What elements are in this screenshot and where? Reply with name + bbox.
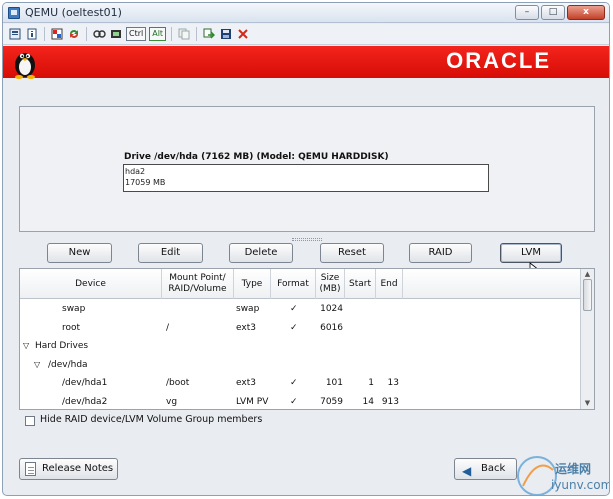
partition-table[interactable]: Device Mount Point/ RAID/Volume Type For… bbox=[19, 268, 595, 410]
column-header-start[interactable]: Start bbox=[345, 269, 376, 299]
document-icon bbox=[25, 462, 36, 476]
table-row[interactable]: /dev/hda2 vg LVM PV ✓ 7059 14 913 bbox=[20, 393, 581, 410]
oracle-logo: ORACLE bbox=[446, 48, 551, 73]
toolbar-separator bbox=[196, 27, 198, 41]
format-cell: ✓ bbox=[290, 378, 298, 388]
drive-bar[interactable]: hda2 17059 MB bbox=[123, 164, 489, 192]
release-notes-button[interactable]: Release Notes bbox=[19, 458, 118, 480]
toolbar-separator bbox=[86, 27, 87, 41]
format-cell: ✓ bbox=[290, 396, 298, 407]
size-cell: 6016 bbox=[320, 322, 343, 333]
title-bar[interactable]: QEMU (oeltest01) – □ x bbox=[3, 3, 609, 23]
scroll-down-arrow-icon[interactable]: ▼ bbox=[582, 398, 593, 409]
minimize-button[interactable]: – bbox=[515, 5, 539, 20]
hide-raid-label[interactable]: Hide RAID device/LVM Volume Group member… bbox=[40, 414, 262, 425]
size-cell: 7059 bbox=[320, 396, 343, 407]
close-window-button[interactable]: x bbox=[567, 5, 605, 20]
expander-arrow-icon[interactable]: ▽ bbox=[34, 360, 40, 369]
size-cell: 1024 bbox=[320, 304, 343, 314]
info-icon[interactable] bbox=[25, 27, 39, 41]
save-icon[interactable] bbox=[219, 27, 233, 41]
type-cell: ext3 bbox=[236, 322, 256, 333]
table-header: Device Mount Point/ RAID/Volume Type For… bbox=[20, 269, 581, 299]
tux-penguin-icon bbox=[15, 53, 35, 79]
device-cell: /dev/hda bbox=[48, 359, 88, 370]
drive-segment-hda2[interactable]: hda2 17059 MB bbox=[125, 166, 165, 188]
column-header-device[interactable]: Device bbox=[20, 269, 162, 299]
device-cell: swap bbox=[62, 304, 86, 314]
toolbar-separator bbox=[171, 27, 173, 41]
back-arrow-icon: ◀ bbox=[462, 464, 472, 478]
raid-button[interactable]: RAID bbox=[409, 243, 472, 263]
type-cell: swap bbox=[236, 304, 260, 314]
segment-name: hda2 bbox=[125, 167, 146, 176]
drive-layout-panel: Drive /dev/hda (7162 MB) (Model: QEMU HA… bbox=[19, 106, 595, 232]
settings-icon[interactable] bbox=[8, 27, 22, 41]
mount-cell: / bbox=[166, 322, 170, 333]
hide-raid-checkbox[interactable] bbox=[25, 416, 35, 426]
end-cell: 13 bbox=[387, 378, 399, 388]
scroll-thumb[interactable] bbox=[583, 279, 592, 311]
column-header-type[interactable]: Type bbox=[234, 269, 271, 299]
qemu-window-icon bbox=[8, 7, 20, 19]
ctrl-key-toggle[interactable]: Ctrl bbox=[126, 27, 147, 41]
table-row[interactable]: root / ext3 ✓ 6016 bbox=[20, 319, 581, 338]
edit-button[interactable]: Edit bbox=[138, 243, 203, 263]
fullscreen-icon[interactable] bbox=[50, 27, 64, 41]
oracle-banner: ORACLE bbox=[3, 46, 609, 79]
start-cell: 14 bbox=[362, 396, 374, 407]
table-row[interactable]: ▽ /dev/hda bbox=[20, 356, 581, 375]
back-button[interactable]: ◀ Back bbox=[454, 458, 517, 480]
device-cell: /dev/hda1 bbox=[62, 378, 108, 388]
expander-arrow-icon[interactable]: ▽ bbox=[23, 341, 29, 350]
delete-button[interactable]: Delete bbox=[229, 243, 293, 263]
format-cell: ✓ bbox=[290, 304, 298, 314]
start-cell: 1 bbox=[368, 378, 374, 388]
pane-resize-handle[interactable] bbox=[292, 238, 322, 241]
qemu-window: QEMU (oeltest01) – □ x Ctrl Alt ORACLE D… bbox=[2, 2, 610, 496]
type-cell: LVM PV bbox=[236, 396, 269, 407]
release-notes-label: Release Notes bbox=[42, 463, 114, 474]
window-title: QEMU (oeltest01) bbox=[25, 6, 122, 19]
new-button[interactable]: New bbox=[47, 243, 112, 263]
column-header-format[interactable]: Format bbox=[271, 269, 316, 299]
device-cell: root bbox=[62, 322, 81, 333]
paste-icon[interactable] bbox=[202, 27, 216, 41]
drive-label: Drive /dev/hda (7162 MB) (Model: QEMU HA… bbox=[124, 152, 389, 162]
toolbar-separator bbox=[44, 27, 45, 41]
lvm-button[interactable]: LVM bbox=[500, 243, 562, 263]
segment-size: 17059 MB bbox=[125, 178, 166, 187]
size-cell: 101 bbox=[325, 378, 343, 388]
table-scrollbar[interactable]: ▲ ▼ bbox=[580, 269, 594, 409]
table-row[interactable]: swap swap ✓ 1024 bbox=[20, 300, 581, 319]
table-row[interactable]: ▽ Hard Drives bbox=[20, 337, 581, 356]
column-header-size[interactable]: Size (MB) bbox=[316, 269, 345, 299]
qemu-toolbar: Ctrl Alt bbox=[3, 24, 609, 45]
watermark-text: 运维网 bbox=[555, 462, 592, 476]
format-cell: ✓ bbox=[290, 322, 298, 333]
maximize-button[interactable]: □ bbox=[541, 5, 565, 20]
column-header-mount-point[interactable]: Mount Point/ RAID/Volume bbox=[162, 269, 234, 299]
close-icon[interactable] bbox=[236, 27, 250, 41]
watermark-url: iyunv.com bbox=[551, 478, 610, 492]
mount-cell: /boot bbox=[166, 378, 190, 388]
type-cell: ext3 bbox=[236, 378, 256, 388]
copy-icon[interactable] bbox=[177, 27, 191, 41]
end-cell: 913 bbox=[381, 396, 399, 407]
column-header-end[interactable]: End bbox=[376, 269, 403, 299]
mount-cell: vg bbox=[166, 396, 178, 407]
device-cell: /dev/hda2 bbox=[62, 396, 108, 407]
refresh-icon[interactable] bbox=[67, 27, 81, 41]
reset-button[interactable]: Reset bbox=[320, 243, 384, 263]
table-row[interactable]: /dev/hda1/boot ext3 ✓ 101 1 13 bbox=[20, 374, 581, 393]
back-label: Back bbox=[481, 463, 506, 474]
grab-icon[interactable] bbox=[109, 27, 123, 41]
alt-key-toggle[interactable]: Alt bbox=[149, 27, 167, 41]
keyboard-icon[interactable] bbox=[92, 27, 106, 41]
device-cell: Hard Drives bbox=[35, 341, 89, 351]
